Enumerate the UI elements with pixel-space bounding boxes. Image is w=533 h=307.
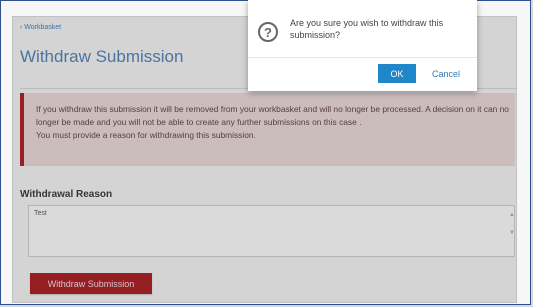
- dialog-body: ? Are you sure you wish to withdraw this…: [248, 0, 477, 58]
- ok-button[interactable]: OK: [378, 64, 416, 83]
- warning-alert: If you withdraw this submission it will …: [20, 93, 515, 166]
- textarea-resize-handle[interactable]: ▲ ▼: [509, 212, 515, 242]
- withdrawal-reason-textarea[interactable]: Test: [28, 205, 515, 257]
- confirm-dialog: ? Are you sure you wish to withdraw this…: [248, 0, 477, 91]
- alert-text-reason: You must provide a reason for withdrawin…: [36, 130, 256, 140]
- dialog-message: Are you sure you wish to withdraw this s…: [290, 18, 444, 40]
- withdrawal-reason-label: Withdrawal Reason: [20, 189, 113, 200]
- alert-text: If you withdraw this submission it will …: [36, 104, 509, 127]
- breadcrumb[interactable]: ‹ Workbasket: [20, 24, 61, 31]
- page-title: Withdraw Submission: [20, 47, 184, 66]
- cancel-button[interactable]: Cancel: [424, 64, 468, 83]
- withdraw-submission-button[interactable]: Withdraw Submission: [30, 273, 152, 294]
- question-icon: ?: [258, 22, 278, 42]
